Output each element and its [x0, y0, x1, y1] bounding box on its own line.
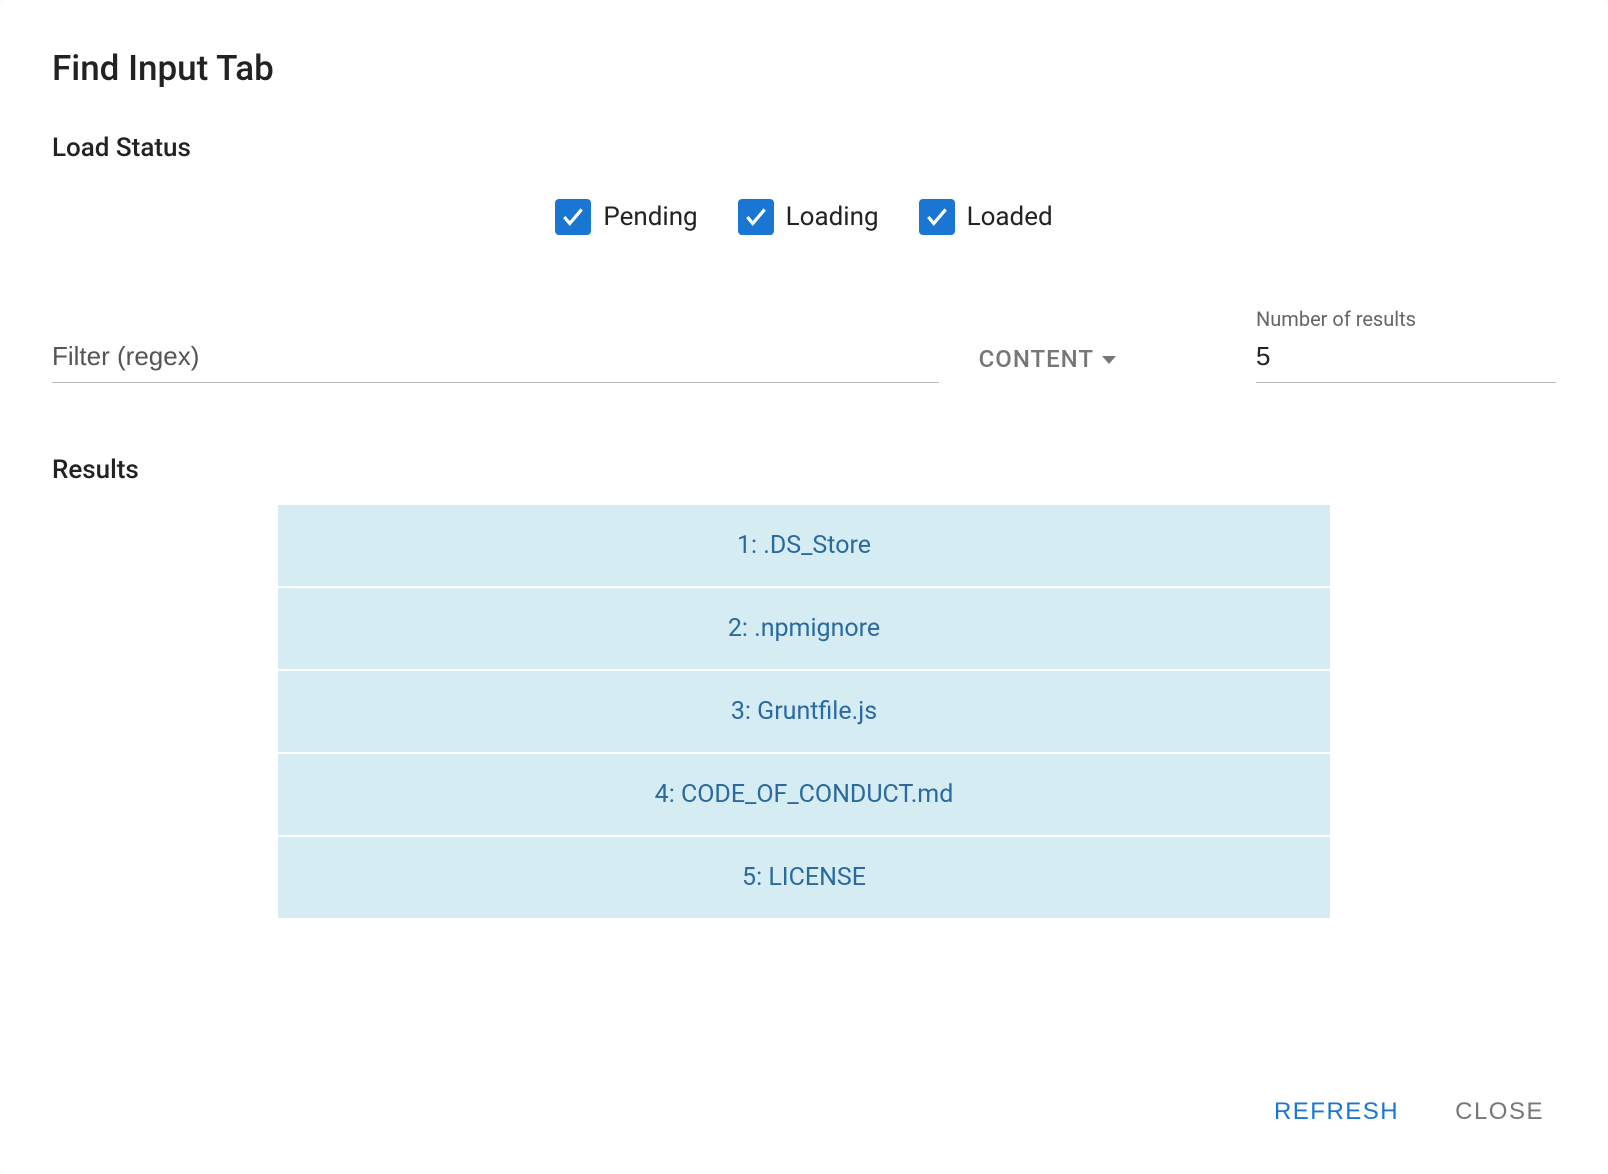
refresh-button[interactable]: REFRESH: [1270, 1090, 1403, 1134]
result-item[interactable]: 5: LICENSE: [278, 837, 1331, 918]
num-results-label: Number of results: [1256, 307, 1556, 331]
filter-row: CONTENT Number of results: [52, 307, 1556, 383]
results-list: 1: .DS_Store 2: .npmignore 3: Gruntfile.…: [278, 505, 1331, 918]
pending-checkbox[interactable]: Pending: [555, 199, 697, 235]
filter-input-wrap: [52, 333, 939, 383]
checkmark-icon: [738, 199, 774, 235]
result-item[interactable]: 3: Gruntfile.js: [278, 671, 1331, 754]
result-item[interactable]: 4: CODE_OF_CONDUCT.md: [278, 754, 1331, 837]
results-label: Results: [52, 455, 1556, 485]
filter-input[interactable]: [52, 333, 939, 383]
content-dropdown-label: CONTENT: [979, 345, 1094, 373]
loading-label: Loading: [786, 202, 879, 232]
close-button[interactable]: CLOSE: [1451, 1090, 1548, 1134]
load-status-checkboxes: Pending Loading Loaded: [52, 199, 1556, 235]
result-item[interactable]: 2: .npmignore: [278, 588, 1331, 671]
find-input-dialog: Find Input Tab Load Status Pending Loadi…: [0, 0, 1608, 1174]
load-status-label: Load Status: [52, 133, 1556, 163]
loading-checkbox[interactable]: Loading: [738, 199, 879, 235]
dialog-actions: REFRESH CLOSE: [52, 1090, 1556, 1134]
num-results-field: Number of results: [1256, 307, 1556, 383]
num-results-input[interactable]: [1256, 337, 1556, 383]
content-dropdown[interactable]: CONTENT: [979, 345, 1116, 383]
loaded-label: Loaded: [967, 202, 1053, 232]
loaded-checkbox[interactable]: Loaded: [919, 199, 1053, 235]
checkmark-icon: [919, 199, 955, 235]
dialog-title: Find Input Tab: [52, 48, 1556, 89]
pending-label: Pending: [603, 202, 697, 232]
chevron-down-icon: [1102, 356, 1116, 364]
result-item[interactable]: 1: .DS_Store: [278, 505, 1331, 588]
checkmark-icon: [555, 199, 591, 235]
